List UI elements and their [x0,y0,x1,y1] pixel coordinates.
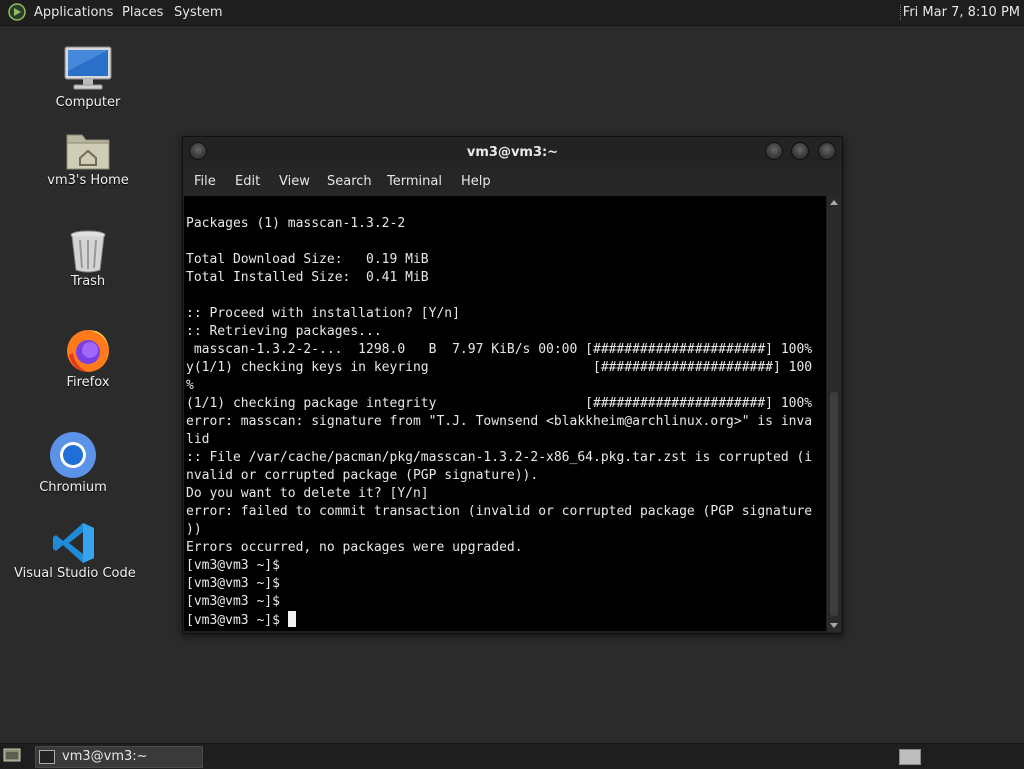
terminal-line: Total Download Size: 0.19 MiB [186,252,429,267]
menu-view[interactable]: View [279,174,310,189]
scrollbar-thumb[interactable] [830,392,838,616]
terminal-scrollbar[interactable] [827,196,841,632]
clock[interactable]: Fri Mar 7, 8:10 PM [903,4,1020,21]
terminal-line: nvalid or corrupted package (PGP signatu… [186,468,539,483]
distro-logo-icon[interactable] [8,3,26,21]
terminal-cursor [287,611,296,627]
places-menu[interactable]: Places [122,4,163,21]
menu-search[interactable]: Search [327,174,372,189]
scroll-up-arrow[interactable] [830,200,838,205]
terminal-line: masscan-1.3.2-2-... 1298.0 B 7.97 KiB/s … [186,342,813,357]
terminal-menubar: File Edit View Search Terminal Help [183,167,842,196]
desktop-icon-label: Visual Studio Code [14,566,136,581]
trash-icon [70,230,106,273]
terminal-icon [39,750,55,764]
home-folder-icon [66,134,110,170]
show-desktop-icon[interactable] [3,748,21,762]
terminal-line: :: File /var/cache/pacman/pkg/masscan-1.… [186,450,813,465]
terminal-line: )) [186,522,202,537]
menu-file[interactable]: File [194,174,216,189]
maximize-button[interactable] [791,142,809,160]
terminal-text: Packages (1) masscan-1.3.2-2 Total Downl… [186,215,812,630]
workspace-switcher[interactable] [899,749,921,765]
menu-help[interactable]: Help [461,174,491,189]
terminal-line: Errors occurred, no packages were upgrad… [186,540,523,555]
vscode-icon [53,523,94,563]
bottom-panel: vm3@vm3:~ [0,743,1024,769]
desktop-icon-label: Chromium [39,480,107,495]
desktop-icon-label: Computer [55,95,121,110]
terminal-line: [vm3@vm3 ~]$ [186,613,288,628]
desktop-icon-label: vm3's Home [47,173,129,188]
terminal-line: [vm3@vm3 ~]$ [186,558,280,573]
terminal-line: (1/1) checking package integrity [######… [186,396,813,411]
terminal-window[interactable]: vm3@vm3:~ File Edit View Search Terminal… [182,136,843,634]
desktop-icon-vscode[interactable]: Visual Studio Code [14,520,136,581]
applications-menu[interactable]: Applications [34,4,113,21]
terminal-output-area[interactable]: Packages (1) masscan-1.3.2-2 Total Downl… [184,196,826,631]
terminal-line: y(1/1) checking keys in keyring [#######… [186,360,813,375]
minimize-button[interactable] [765,142,783,160]
desktop-icon-chromium[interactable]: Chromium [28,430,118,495]
terminal-line: [vm3@vm3 ~]$ [186,594,280,609]
desktop-icon-firefox[interactable]: Firefox [43,325,133,390]
computer-icon [64,46,112,90]
terminal-line: % [186,378,194,393]
terminal-line: Total Installed Size: 0.41 MiB [186,270,429,285]
close-button[interactable] [818,142,836,160]
terminal-line: Do you want to delete it? [Y/n] [186,486,429,501]
terminal-line: error: masscan: signature from "T.J. Tow… [186,414,813,429]
menu-terminal[interactable]: Terminal [387,174,442,189]
firefox-icon [67,330,109,372]
scroll-down-arrow[interactable] [830,623,838,628]
taskbar-terminal-button[interactable]: vm3@vm3:~ [35,746,203,768]
terminal-line: :: Retrieving packages... [186,324,382,339]
terminal-line: Packages (1) masscan-1.3.2-2 [186,216,406,231]
chromium-icon [50,432,96,478]
top-panel: Applications Places System Fri Mar 7, 8:… [0,0,1024,26]
desktop-icon-home[interactable]: vm3's Home [43,127,133,188]
terminal-line: :: Proceed with installation? [Y/n] [186,306,460,321]
window-title: vm3@vm3:~ [466,145,559,160]
terminal-line: error: failed to commit transaction (inv… [186,504,813,519]
window-titlebar[interactable]: vm3@vm3:~ [183,137,842,167]
terminal-line: [vm3@vm3 ~]$ [186,576,280,591]
menu-edit[interactable]: Edit [235,174,260,189]
desktop-icon-label: Trash [70,274,106,289]
desktop-icon-label: Firefox [66,375,110,390]
terminal-line: lid [186,432,210,447]
desktop-icon-trash[interactable]: Trash [43,228,133,289]
system-menu[interactable]: System [174,4,222,21]
desktop-icon-computer[interactable]: Computer [43,45,133,110]
taskbar-label: vm3@vm3:~ [62,749,148,764]
